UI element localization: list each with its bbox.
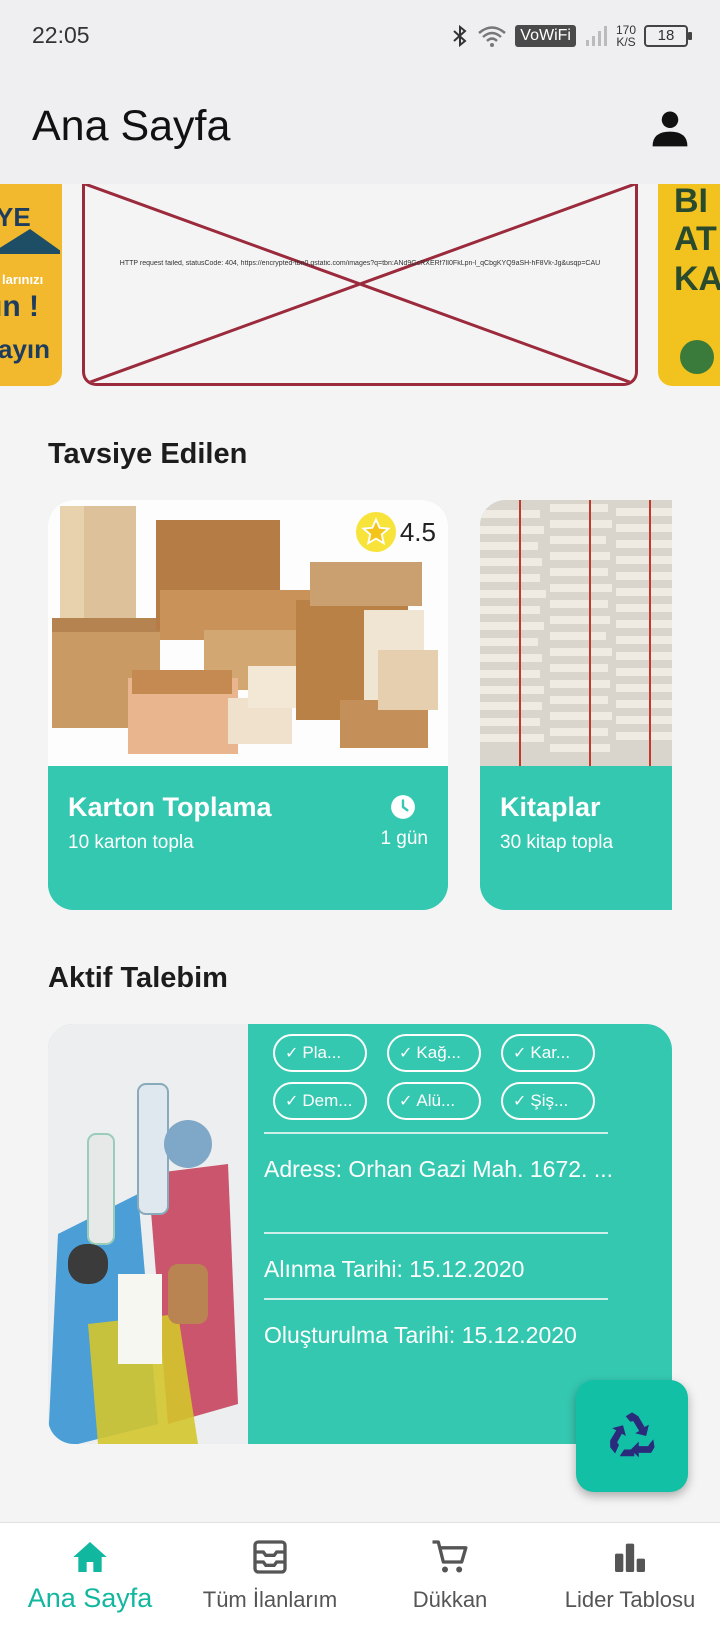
check-icon: ✓ [513,1093,527,1110]
clock-icon [391,795,415,819]
network-speed: 170 K/S [615,23,636,49]
cart-icon [432,1540,468,1573]
rating-value: 4.5 [399,516,436,547]
pickup-date-text: Alınma Tarihi: 15.12.2020 [264,1256,525,1282]
vowifi-badge: VoWiFi [515,25,576,47]
app-bar: Ana Sayfa [0,74,720,184]
recommended-card-karton[interactable]: 4.5 Karton Toplama 10 karton topla 1 gün [48,500,448,910]
banner-right-image[interactable]: BI AT KA [658,184,720,386]
check-icon: ✓ [399,1093,413,1110]
broken-image-cross [85,184,635,383]
rating-badge: 4.5 [355,512,436,552]
bluetooth-icon [453,24,467,48]
signal-icon [585,26,607,46]
banner-broken-image[interactable]: HTTP request failed, statusCode: 404, ht… [82,184,638,386]
home-icon [73,1542,107,1572]
nav-label: Ana Sayfa [27,1583,153,1613]
card-body: Karton Toplama 10 karton topla 1 gün [48,766,448,910]
nav-label: Tüm İlanlarım [202,1587,338,1612]
card-title: Karton Toplama [68,792,272,822]
banner-left-image[interactable]: YE larınızı ın ! ayın [0,184,62,386]
divider [264,1132,608,1134]
check-icon: ✓ [285,1093,299,1110]
active-request-card[interactable]: ✓ Pla... ✓ Kağ... ✓ Kar... ✓ Dem... ✓ Alü... … [48,1024,672,1444]
bottom-navigation: Ana Sayfa Tüm İlanlarım Dükkan Lider Tab… [0,1522,720,1640]
material-chip[interactable]: ✓ Alü... [387,1082,481,1120]
card-title: Kitaplar [500,792,601,822]
star-icon [355,512,396,552]
created-date-text: Oluşturulma Tarihi: 15.12.2020 [264,1322,577,1348]
material-chip[interactable]: ✓ Kağ... [387,1034,481,1072]
wifi-icon [478,26,507,47]
banner-decoration [680,340,714,374]
nav-label: Lider Tablosu [564,1587,696,1612]
material-chips: ✓ Pla... ✓ Kağ... ✓ Kar... ✓ Dem... ✓ Alü... … [273,1034,633,1120]
card-body: Kitaplar 30 kitap topla [480,766,672,910]
address-text: Adress: Orhan Gazi Mah. 1672. ... [264,1156,613,1182]
nav-item-tum-ilanlarim[interactable]: Tüm İlanlarım [180,1523,360,1640]
page-title: Ana Sayfa [32,102,231,150]
magazines-stack-illustration [480,500,672,766]
material-chip[interactable]: ✓ Şiş... [501,1082,595,1120]
magazines-stack-image [480,500,672,766]
recycling-bins-illustration [48,1024,248,1444]
card-subtitle: 30 kitap topla [500,832,614,853]
person-icon[interactable] [648,106,692,150]
recommended-card-kitaplar[interactable]: Kitaplar 30 kitap topla [480,500,672,910]
recycle-fab-button[interactable] [576,1380,688,1492]
divider [264,1298,608,1300]
status-time: 22:05 [32,22,90,48]
battery-indicator: 18 [644,25,692,47]
cardboard-boxes-image: 4.5 [48,500,448,766]
nav-item-ana-sayfa[interactable]: Ana Sayfa [0,1523,180,1640]
check-icon: ✓ [513,1045,527,1062]
leaderboard-icon [615,1543,645,1572]
card-subtitle: 10 karton topla [68,832,194,853]
image-error-message: HTTP request failed, statusCode: 404, ht… [119,260,601,267]
material-chip[interactable]: ✓ Dem... [273,1082,367,1120]
material-chip[interactable]: ✓ Kar... [501,1034,595,1072]
check-icon: ✓ [399,1045,413,1062]
status-bar: 22:05 VoWiFi 170 K/S 18 [0,0,720,74]
house-roof-icon [0,229,60,254]
divider [264,1232,608,1234]
material-chip[interactable]: ✓ Pla... [273,1034,367,1072]
recommended-section-title: Tavsiye Edilen [48,438,248,470]
check-icon: ✓ [285,1045,299,1062]
active-request-section-title: Aktif Talebim [48,962,228,994]
nav-item-lider-tablosu[interactable]: Lider Tablosu [540,1523,720,1640]
recycle-icon [610,1412,655,1458]
card-duration: 1 gün [380,828,428,849]
inbox-icon [253,1540,287,1574]
status-icons: VoWiFi 170 K/S 18 [451,18,692,54]
recycling-bins-image [48,1024,248,1444]
nav-item-dukkan[interactable]: Dükkan [360,1523,540,1640]
nav-label: Dükkan [412,1587,488,1612]
